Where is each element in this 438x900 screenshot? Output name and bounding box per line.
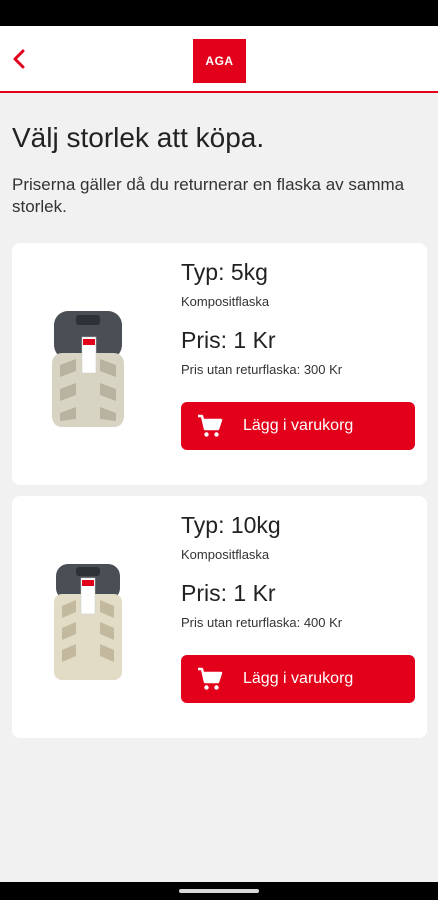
product-type: Typ: 5kg bbox=[181, 259, 268, 285]
page-subtitle: Priserna gäller då du returnerar en flas… bbox=[12, 175, 405, 216]
price-without-return: Pris utan returflaska: 300 Kr bbox=[181, 362, 343, 377]
product-price: Pris: 1 Kr bbox=[181, 580, 276, 606]
page-title: Välj storlek att köpa. bbox=[12, 122, 265, 153]
price-without-return: Pris utan returflaska: 400 Kr bbox=[181, 615, 343, 630]
product-type: Typ: 10kg bbox=[181, 512, 281, 538]
product-card-10kg: Typ: 10kg Kompositflaska Pris: 1 Kr Pris… bbox=[12, 496, 427, 738]
add-to-cart-label: Lägg i varukorg bbox=[243, 670, 354, 687]
add-to-cart-button[interactable]: Lägg i varukorg bbox=[181, 655, 415, 703]
product-card-5kg: Typ: 5kg Kompositflaska Pris: 1 Kr Pris … bbox=[12, 243, 427, 485]
gas-cylinder-image bbox=[52, 311, 124, 427]
status-bar bbox=[0, 0, 438, 26]
gas-cylinder-image bbox=[54, 564, 122, 680]
add-to-cart-label: Lägg i varukorg bbox=[243, 417, 354, 434]
shopping-cart-icon bbox=[198, 667, 223, 690]
app-bar: AGA bbox=[0, 26, 438, 93]
system-nav-bar bbox=[0, 882, 438, 900]
product-kind: Kompositflaska bbox=[181, 547, 270, 562]
add-to-cart-button[interactable]: Lägg i varukorg bbox=[181, 402, 415, 450]
back-button[interactable] bbox=[4, 44, 34, 74]
home-indicator[interactable] bbox=[179, 889, 259, 893]
product-price: Pris: 1 Kr bbox=[181, 327, 276, 353]
chevron-left-icon bbox=[13, 49, 25, 69]
product-kind: Kompositflaska bbox=[181, 294, 270, 309]
aga-logo: AGA bbox=[193, 39, 246, 83]
shopping-cart-icon bbox=[198, 414, 223, 437]
